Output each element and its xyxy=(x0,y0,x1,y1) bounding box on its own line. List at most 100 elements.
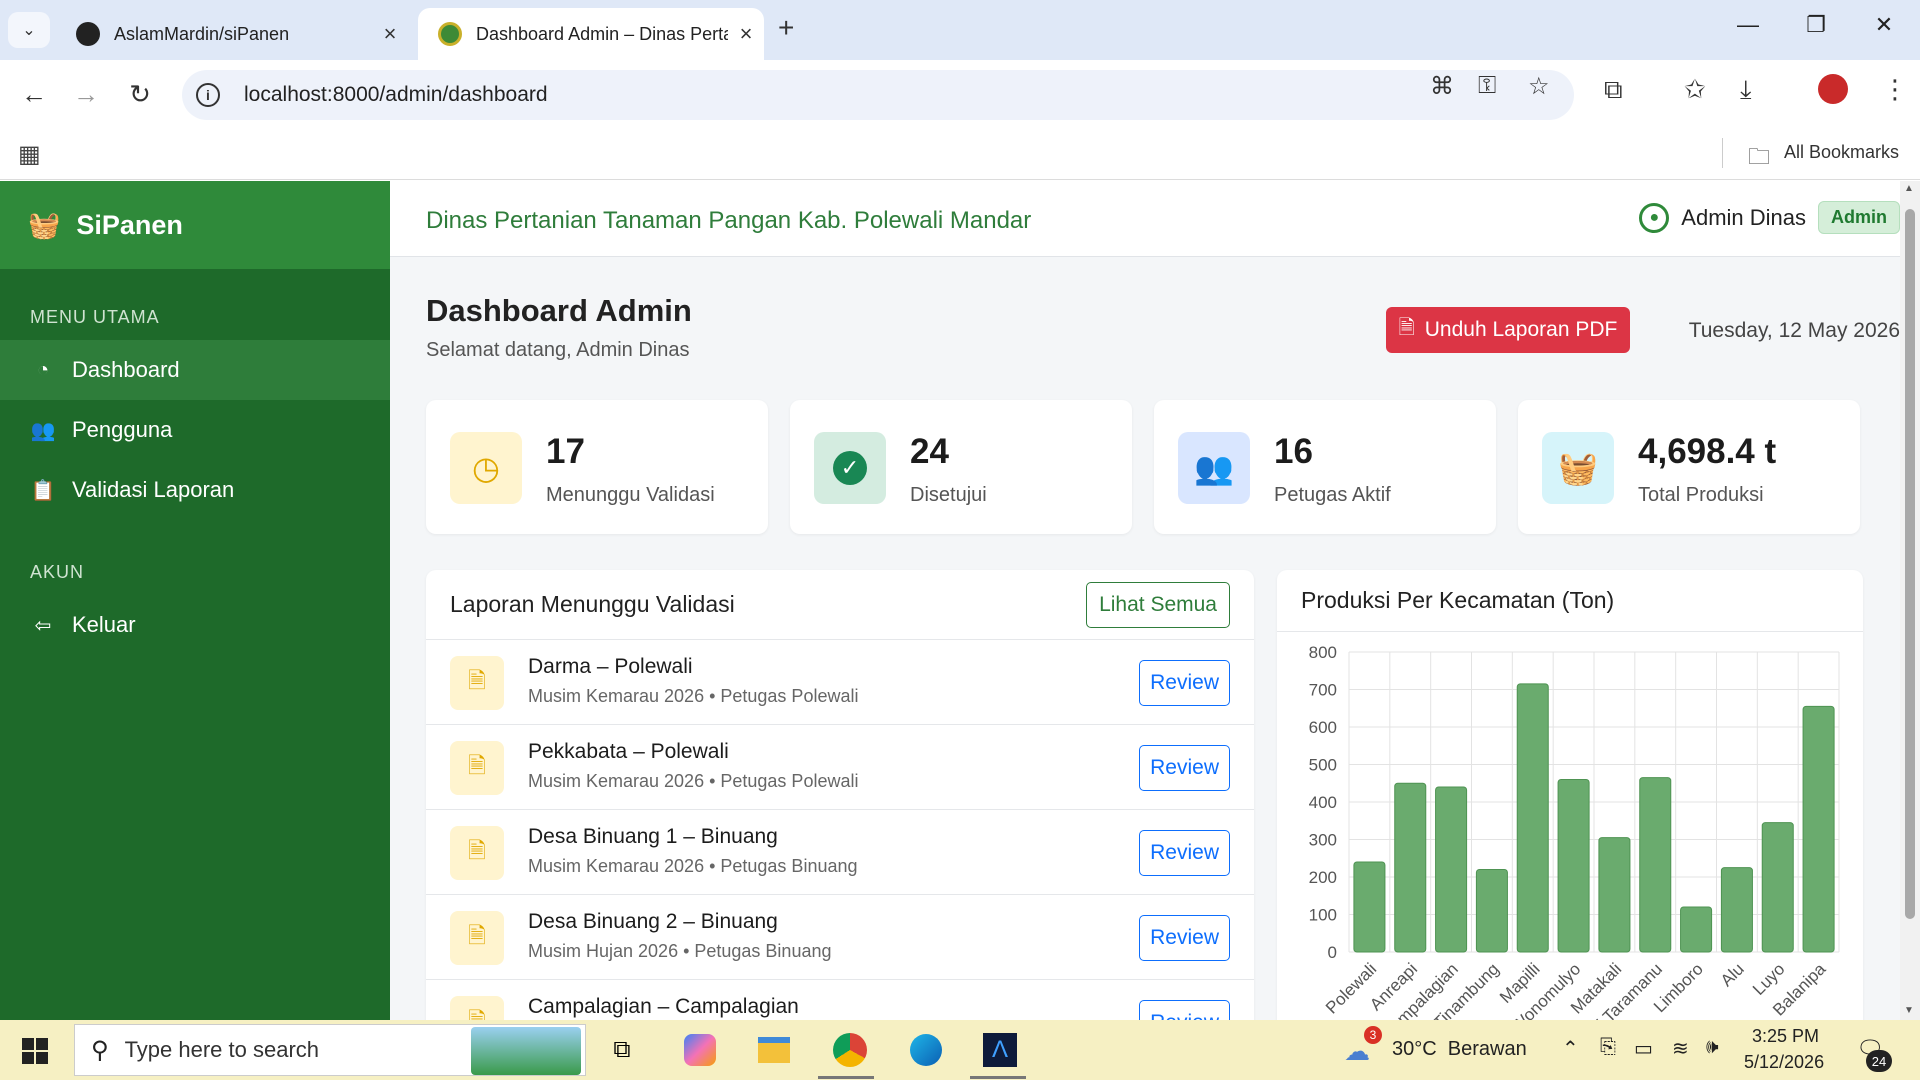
y-tick-label: 400 xyxy=(1309,793,1337,812)
main-content: Dinas Pertanian Tanaman Pangan Kab. Pole… xyxy=(390,181,1900,1020)
report-meta: Musim Kemarau 2026 • Petugas Polewali xyxy=(528,686,859,706)
wifi-icon[interactable]: ≋ xyxy=(1672,1036,1689,1061)
page-scrollbar[interactable]: ▲ ▼ xyxy=(1900,181,1920,1020)
report-title: Desa Binuang 2 – Binuang xyxy=(528,910,778,933)
download-pdf-button[interactable]: 🗎 Unduh Laporan PDF xyxy=(1386,307,1630,353)
view-all-button[interactable]: Lihat Semua xyxy=(1086,582,1230,628)
bar-matakali xyxy=(1598,837,1631,953)
clipboard-icon: 📋 xyxy=(30,479,56,502)
sidebar-item-validasi-laporan[interactable]: 📋 Validasi Laporan xyxy=(0,460,390,520)
brand-name: SiPanen xyxy=(76,209,183,240)
check-circle-icon: ✓ xyxy=(814,432,886,504)
bar-limboro xyxy=(1680,906,1713,953)
y-tick-label: 0 xyxy=(1328,943,1337,962)
report-title: Desa Binuang 1 – Binuang xyxy=(528,825,778,848)
taskbar-search[interactable]: ⚲ Type here to search xyxy=(74,1024,586,1076)
review-button[interactable]: Review xyxy=(1139,660,1230,706)
menu-icon[interactable]: ⋮ xyxy=(1882,74,1908,105)
copilot-icon[interactable] xyxy=(678,1028,722,1072)
translate-icon[interactable]: ⌘ xyxy=(1430,72,1454,101)
production-bar-chart: 0100200300400500600700800PolewaliAnreapi… xyxy=(1309,643,1840,1020)
close-icon[interactable]: × xyxy=(728,21,764,47)
report-title: Darma – Polewali xyxy=(528,655,693,678)
divider xyxy=(1722,138,1723,168)
review-button[interactable]: Review xyxy=(1139,745,1230,791)
close-icon[interactable]: × xyxy=(372,21,408,47)
menu-section-account: AKUN xyxy=(30,562,85,582)
folder-icon: 🗀 xyxy=(1748,144,1771,169)
chevron-up-icon[interactable]: ⌃ xyxy=(1562,1036,1579,1061)
brand[interactable]: 🧺 SiPanen xyxy=(0,181,390,269)
bookmarks-star-icon[interactable]: ✩ xyxy=(1684,74,1706,105)
minimize-button[interactable]: — xyxy=(1728,12,1768,38)
sidebar-item-label: Pengguna xyxy=(72,417,173,442)
bar-mapilli xyxy=(1516,683,1549,953)
stat-value: 16 xyxy=(1274,432,1313,471)
apps-grid-icon[interactable]: ▦ xyxy=(18,140,41,169)
sidebar-item-dashboard[interactable]: ◔ Dashboard xyxy=(0,340,390,400)
windows-start-icon[interactable] xyxy=(22,1038,48,1064)
site-info-icon[interactable]: i xyxy=(196,83,220,107)
review-button[interactable]: Review xyxy=(1139,915,1230,961)
search-placeholder: Type here to search xyxy=(124,1037,320,1062)
weather-text[interactable]: 30°C Berawan xyxy=(1392,1038,1527,1061)
address-bar[interactable]: i localhost:8000/admin/dashboard xyxy=(182,70,1574,120)
star-icon[interactable]: ☆ xyxy=(1528,72,1550,101)
tab-title: AslamMardin/siPanen xyxy=(114,23,290,44)
report-meta: Musim Kemarau 2026 • Petugas Polewali xyxy=(528,771,859,791)
edge-icon[interactable] xyxy=(904,1028,948,1072)
bookmarks-bar: ▦ 🗀 All Bookmarks xyxy=(0,128,1920,180)
battery-icon[interactable]: ▭ xyxy=(1634,1036,1653,1061)
tab-dashboard[interactable]: Dashboard Admin – Dinas Perta × xyxy=(418,8,764,60)
browser-toolbar: ← → ↻ i localhost:8000/admin/dashboard ⌘… xyxy=(0,60,1920,128)
reload-button[interactable]: ↻ xyxy=(120,74,160,114)
stat-label: Petugas Aktif xyxy=(1274,484,1391,506)
user-circle-icon: ● xyxy=(1639,202,1670,233)
forward-button[interactable]: → xyxy=(66,74,106,114)
clock-time[interactable]: 3:25 PM xyxy=(1752,1026,1819,1047)
all-bookmarks-link[interactable]: All Bookmarks xyxy=(1784,142,1899,163)
tab-github[interactable]: AslamMardin/siPanen × xyxy=(56,8,408,60)
key-icon[interactable]: ⚿ xyxy=(1478,72,1496,100)
download-pdf-label: Unduh Laporan PDF xyxy=(1424,318,1618,341)
y-tick-label: 700 xyxy=(1309,681,1337,700)
stat-card-officers: 👥 16 Petugas Aktif xyxy=(1154,400,1496,534)
stat-label: Total Produksi xyxy=(1638,484,1764,506)
stat-card-production: 🧺 4,698.4 t Total Produksi xyxy=(1518,400,1860,534)
sidebar-item-logout[interactable]: ⇦ Keluar xyxy=(0,595,390,655)
user-menu[interactable]: ● Admin Dinas Admin xyxy=(1639,201,1900,234)
user-name: Admin Dinas xyxy=(1681,204,1806,230)
restore-button[interactable]: ❐ xyxy=(1796,12,1836,38)
clock-date[interactable]: 5/12/2026 xyxy=(1744,1052,1824,1073)
profile-avatar[interactable] xyxy=(1818,74,1848,104)
panel-header: Laporan Menunggu Validasi Lihat Semua xyxy=(426,570,1254,640)
document-icon: 🗎 xyxy=(450,656,504,710)
url-text[interactable]: localhost:8000/admin/dashboard xyxy=(244,83,548,107)
back-button[interactable]: ← xyxy=(14,74,54,114)
y-tick-label: 200 xyxy=(1309,868,1337,887)
download-icon[interactable]: ⤓ xyxy=(1740,74,1752,106)
panel-header: Produksi Per Kecamatan (Ton) xyxy=(1277,570,1863,632)
review-button[interactable]: Review xyxy=(1139,1000,1230,1020)
scroll-down-icon[interactable]: ▼ xyxy=(1904,1005,1914,1016)
tab-search-button[interactable]: ⌄ xyxy=(8,12,50,48)
tab-title: Dashboard Admin – Dinas Perta xyxy=(476,23,728,44)
extensions-icon[interactable]: ⧉ xyxy=(1604,74,1623,106)
panel-title: Laporan Menunggu Validasi xyxy=(450,591,735,617)
chrome-icon[interactable] xyxy=(828,1028,872,1072)
device-icon[interactable]: ⎘ xyxy=(1600,1036,1616,1059)
file-explorer-icon[interactable] xyxy=(752,1028,796,1072)
editor-app-icon[interactable]: Λ xyxy=(978,1028,1022,1072)
review-button[interactable]: Review xyxy=(1139,830,1230,876)
task-view-icon[interactable]: ⧉ xyxy=(600,1028,644,1072)
close-window-button[interactable]: ✕ xyxy=(1864,12,1904,38)
pending-report-row: 🗎 Campalagian – Campalagian Review xyxy=(426,980,1254,1020)
stat-value: 17 xyxy=(546,432,585,471)
sidebar-item-pengguna[interactable]: 👥 Pengguna xyxy=(0,400,390,460)
scroll-up-icon[interactable]: ▲ xyxy=(1904,183,1914,194)
scrollbar-thumb[interactable] xyxy=(1905,209,1915,919)
bar-alu xyxy=(1720,867,1753,953)
volume-icon[interactable]: 🕪 xyxy=(1706,1036,1719,1059)
bar-tinambung xyxy=(1475,869,1508,953)
new-tab-button[interactable]: + xyxy=(778,12,794,44)
